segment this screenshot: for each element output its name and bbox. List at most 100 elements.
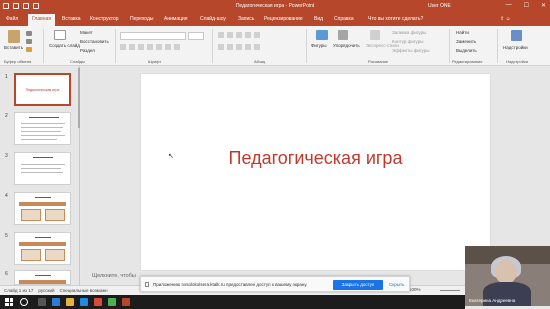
divider: [497, 29, 498, 63]
create-slide-button[interactable]: Создать слайд: [49, 43, 80, 48]
slide-thumbnail-3[interactable]: [14, 152, 71, 185]
line-spacing-icon[interactable]: [254, 32, 260, 38]
tab-help[interactable]: Справка: [334, 16, 354, 22]
slide-thumbnail-2[interactable]: [14, 112, 71, 145]
shapes-icon[interactable]: [316, 30, 328, 40]
user-account[interactable]: User ONE: [428, 3, 451, 9]
notes-placeholder[interactable]: Щелкните, чтобы: [92, 273, 136, 279]
slide-thumbnail-1[interactable]: Педагогическая игра: [14, 73, 71, 106]
replace-button[interactable]: Заменить: [456, 39, 476, 44]
thumb-bar: [19, 202, 66, 206]
select-button[interactable]: Выделить: [456, 48, 477, 53]
tab-record[interactable]: Запись: [238, 16, 254, 22]
thumb-number: 2: [5, 113, 8, 119]
arrange-button[interactable]: Упорядочить: [333, 43, 360, 48]
align-right-icon[interactable]: [236, 44, 242, 50]
font-format-buttons: [120, 44, 180, 50]
slide-thumbnail-6[interactable]: [14, 270, 71, 285]
thumb-number: 6: [5, 271, 8, 277]
align-center-icon[interactable]: [227, 44, 233, 50]
shape-fill-button[interactable]: Заливка фигуры: [392, 30, 426, 35]
slide-thumbnail-4[interactable]: [14, 192, 71, 225]
tab-animations[interactable]: Анимация: [164, 16, 187, 22]
tab-design[interactable]: Конструктор: [90, 16, 119, 22]
slide-canvas[interactable]: Педагогическая игра: [141, 74, 490, 270]
thumb-number: 3: [5, 153, 8, 159]
task-view-icon[interactable]: [38, 298, 46, 306]
slide-title[interactable]: Педагогическая игра: [141, 148, 490, 169]
tab-view[interactable]: Вид: [314, 16, 323, 22]
share-icon[interactable]: ⇪ ☺: [500, 16, 511, 22]
tab-file[interactable]: Файл: [6, 16, 18, 22]
format-painter-icon[interactable]: [26, 47, 32, 52]
reset-button[interactable]: Восстановить: [80, 39, 109, 44]
edge-icon[interactable]: [52, 298, 60, 306]
tell-me-search[interactable]: Что вы хотите сделать?: [368, 16, 423, 22]
layout-button[interactable]: Макет: [80, 30, 93, 35]
underline-icon[interactable]: [138, 44, 144, 50]
spacing-icon[interactable]: [156, 44, 162, 50]
search-icon[interactable]: [20, 298, 28, 306]
justify-icon[interactable]: [245, 44, 251, 50]
tab-insert[interactable]: Вставка: [62, 16, 81, 22]
thumb-line: [21, 172, 63, 173]
strikethrough-icon[interactable]: [147, 44, 153, 50]
align-left-icon[interactable]: [218, 44, 224, 50]
italic-icon[interactable]: [129, 44, 135, 50]
zoom-level[interactable]: 100%: [409, 287, 421, 292]
paste-icon[interactable]: [8, 30, 20, 43]
font-family-select[interactable]: [120, 32, 186, 40]
tab-slideshow[interactable]: Слайд-шоу: [200, 16, 226, 22]
divider: [115, 29, 116, 63]
cut-icon[interactable]: [26, 31, 32, 36]
thumbnail-scrollbar[interactable]: [78, 68, 80, 128]
hide-notification-button[interactable]: Скрыть: [389, 280, 404, 290]
thumb-line: [21, 131, 61, 132]
slide-thumbnail-5[interactable]: [14, 232, 71, 265]
thumb-line: [21, 135, 65, 136]
paste-button[interactable]: Вставить: [4, 45, 23, 50]
bullets-icon[interactable]: [218, 32, 224, 38]
addins-button[interactable]: Надстройки: [503, 45, 528, 50]
decrease-indent-icon[interactable]: [236, 32, 242, 38]
tab-review[interactable]: Рецензирование: [264, 16, 303, 22]
font-color-icon[interactable]: [174, 44, 180, 50]
explorer-icon[interactable]: [66, 298, 74, 306]
tab-home[interactable]: Главная: [28, 14, 56, 26]
chrome-icon[interactable]: [94, 298, 102, 306]
tab-transitions[interactable]: Переходы: [130, 16, 153, 22]
notification-text: Приложению nvsolokolsera.ktalk.ru предос…: [153, 282, 308, 287]
close-button[interactable]: ✕: [541, 2, 546, 9]
thumb-number: 4: [5, 193, 8, 199]
shape-outline-button[interactable]: Контур фигуры: [392, 39, 423, 44]
divider: [43, 29, 44, 63]
case-icon[interactable]: [165, 44, 171, 50]
quick-styles-icon[interactable]: [370, 30, 380, 40]
language-indicator[interactable]: русский: [38, 288, 54, 293]
font-size-select[interactable]: [188, 32, 204, 40]
accessibility-indicator[interactable]: Специальные возможн: [60, 288, 108, 293]
shapes-button[interactable]: Фигуры: [311, 43, 327, 48]
zoom-slider[interactable]: [440, 290, 460, 291]
columns-icon[interactable]: [254, 44, 260, 50]
divider: [306, 29, 307, 63]
shape-effects-button[interactable]: Эффекты фигуры: [392, 48, 430, 53]
increase-indent-icon[interactable]: [245, 32, 251, 38]
divider: [449, 29, 450, 63]
maximize-button[interactable]: ☐: [524, 2, 529, 9]
find-button[interactable]: Найти: [456, 30, 469, 35]
store-icon[interactable]: [80, 298, 88, 306]
powerpoint-icon[interactable]: [122, 298, 130, 306]
addins-icon[interactable]: [511, 30, 522, 41]
arrange-icon[interactable]: [338, 30, 348, 40]
section-button[interactable]: Раздел: [80, 48, 95, 53]
minimize-button[interactable]: —: [506, 2, 512, 9]
new-slide-icon[interactable]: [54, 30, 66, 40]
ribbon-tabs: Файл Главная Вставка Конструктор Переход…: [0, 13, 550, 26]
stop-sharing-button[interactable]: Закрыть доступ: [333, 280, 383, 290]
bold-icon[interactable]: [120, 44, 126, 50]
windows-start-icon[interactable]: [5, 298, 13, 306]
app-icon[interactable]: [108, 298, 116, 306]
numbering-icon[interactable]: [227, 32, 233, 38]
copy-icon[interactable]: [26, 39, 32, 44]
